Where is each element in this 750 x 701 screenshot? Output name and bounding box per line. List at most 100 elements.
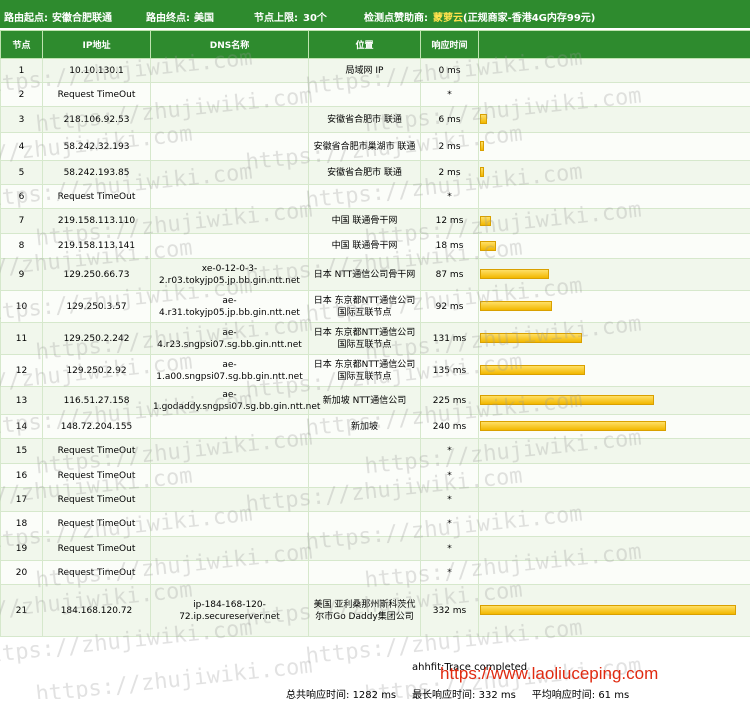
cell-n: 14: [1, 415, 43, 439]
response-time-bar: [480, 269, 549, 279]
total-time-value: 1282 ms: [353, 690, 397, 701]
table-row: 18Request TimeOut*: [1, 512, 750, 537]
cell-loc: 中国 联通骨干网: [309, 234, 421, 259]
cell-dns: [151, 133, 309, 161]
cell-dns: [151, 107, 309, 133]
response-time-bar: [480, 395, 654, 405]
cell-ip: 148.72.204.155: [43, 415, 151, 439]
cell-bar: [479, 291, 750, 323]
cell-n: 17: [1, 488, 43, 512]
response-time-bar: [480, 167, 484, 177]
response-time-bar: [480, 114, 487, 124]
table-row: 11129.250.2.242ae-4.r23.sngpsi07.sg.bb.g…: [1, 323, 750, 355]
cell-loc: 新加坡: [309, 415, 421, 439]
cell-ip: 219.158.113.141: [43, 234, 151, 259]
cell-ip: 219.158.113.110: [43, 209, 151, 234]
node-limit-label: 节点上限:: [254, 9, 298, 24]
traceroute-rows: 110.10.130.1局域网 IP0 ms2Request TimeOut*3…: [1, 59, 750, 637]
cell-ip: 129.250.2.242: [43, 323, 151, 355]
cell-loc: 美国 亚利桑那州斯科茨代尔市Go Daddy集团公司: [309, 585, 421, 637]
cell-bar: [479, 439, 750, 464]
cell-loc: 日本 NTT通信公司骨干网: [309, 259, 421, 291]
sponsor-name: 蒙萝云: [433, 13, 463, 24]
cell-time: 131 ms: [421, 323, 479, 355]
cell-ip: 129.250.2.92: [43, 355, 151, 387]
cell-n: 12: [1, 355, 43, 387]
cell-n: 16: [1, 464, 43, 488]
route-end-label: 路由终点:: [146, 9, 190, 24]
cell-n: 19: [1, 537, 43, 561]
route-start-value: 安徽合肥联通: [52, 9, 112, 24]
cell-time: 87 ms: [421, 259, 479, 291]
route-end-value: 美国: [194, 9, 214, 24]
cell-dns: [151, 415, 309, 439]
cell-time: 225 ms: [421, 387, 479, 415]
table-header-row: 节点IP地址DNS名称位置响应时间: [1, 31, 750, 59]
cell-n: 10: [1, 291, 43, 323]
sponsor-link[interactable]: 蒙萝云(正规商家-香港4G内存99元): [433, 9, 595, 24]
cell-dns: [151, 561, 309, 585]
cell-loc: 中国 联通骨干网: [309, 209, 421, 234]
response-time-bar: [480, 365, 585, 375]
table-row: 7219.158.113.110中国 联通骨干网12 ms: [1, 209, 750, 234]
cell-ip: 58.242.193.85: [43, 161, 151, 185]
cell-bar: [479, 133, 750, 161]
route-start-label: 路由起点:: [4, 9, 48, 24]
cell-n: 3: [1, 107, 43, 133]
column-header: 节点: [1, 31, 43, 59]
cell-dns: [151, 161, 309, 185]
cell-loc: 局域网 IP: [309, 59, 421, 83]
cell-ip: Request TimeOut: [43, 83, 151, 107]
cell-bar: [479, 464, 750, 488]
response-time-bar: [480, 421, 666, 431]
sponsor-note: (正规商家-香港4G内存99元): [463, 13, 595, 24]
total-time-label: 总共响应时间:: [286, 690, 349, 701]
table-row: 10129.250.3.57ae-4.r31.tokyjp05.jp.bb.gi…: [1, 291, 750, 323]
cell-ip: 10.10.130.1: [43, 59, 151, 83]
cell-bar: [479, 561, 750, 585]
avg-time-label: 平均响应时间:: [532, 690, 595, 701]
cell-n: 1: [1, 59, 43, 83]
cell-n: 5: [1, 161, 43, 185]
column-header: IP地址: [43, 31, 151, 59]
cell-bar: [479, 259, 750, 291]
cell-n: 6: [1, 185, 43, 209]
cell-loc: 日本 东京都NTT通信公司国际互联节点: [309, 355, 421, 387]
cell-n: 18: [1, 512, 43, 537]
max-time-label: 最长响应时间:: [412, 690, 475, 701]
cell-n: 13: [1, 387, 43, 415]
cell-dns: [151, 83, 309, 107]
max-time-value: 332 ms: [479, 690, 516, 701]
cell-dns: xe-0-12-0-3-2.r03.tokyjp05.jp.bb.gin.ntt…: [151, 259, 309, 291]
cell-ip: 58.242.32.193: [43, 133, 151, 161]
cell-time: *: [421, 439, 479, 464]
cell-n: 21: [1, 585, 43, 637]
watermark-text: https://zhujiwiki.com: [34, 654, 313, 699]
cell-loc: 日本 东京都NTT通信公司国际互联节点: [309, 291, 421, 323]
table-row: 9129.250.66.73xe-0-12-0-3-2.r03.tokyjp05…: [1, 259, 750, 291]
cell-dns: [151, 185, 309, 209]
cell-ip: 184.168.120.72: [43, 585, 151, 637]
table-row: 13116.51.27.158ae-1.godaddy.sngpsi07.sg.…: [1, 387, 750, 415]
cell-dns: [151, 512, 309, 537]
cell-n: 4: [1, 133, 43, 161]
column-header: DNS名称: [151, 31, 309, 59]
cell-bar: [479, 59, 750, 83]
cell-dns: ae-1.a00.sngpsi07.sg.bb.gin.ntt.net: [151, 355, 309, 387]
cell-time: *: [421, 537, 479, 561]
traceroute-table: 节点IP地址DNS名称位置响应时间 110.10.130.1局域网 IP0 ms…: [0, 30, 750, 637]
table-row: 21184.168.120.72ip-184-168-120-72.ip.sec…: [1, 585, 750, 637]
cell-dns: ae-4.r23.sngpsi07.sg.bb.gin.ntt.net: [151, 323, 309, 355]
cell-loc: [309, 537, 421, 561]
table-row: 16Request TimeOut*: [1, 464, 750, 488]
trace-header-bar: 路由起点: 安徽合肥联通 路由终点: 美国 节点上限: 30个 检测点赞助商: …: [0, 0, 750, 28]
response-time-bar: [480, 216, 491, 226]
table-row: 3218.106.92.53安徽省合肥市 联通6 ms: [1, 107, 750, 133]
cell-dns: [151, 488, 309, 512]
cell-n: 11: [1, 323, 43, 355]
cell-n: 15: [1, 439, 43, 464]
cell-bar: [479, 585, 750, 637]
table-row: 12129.250.2.92ae-1.a00.sngpsi07.sg.bb.gi…: [1, 355, 750, 387]
cell-bar: [479, 415, 750, 439]
cell-time: 12 ms: [421, 209, 479, 234]
